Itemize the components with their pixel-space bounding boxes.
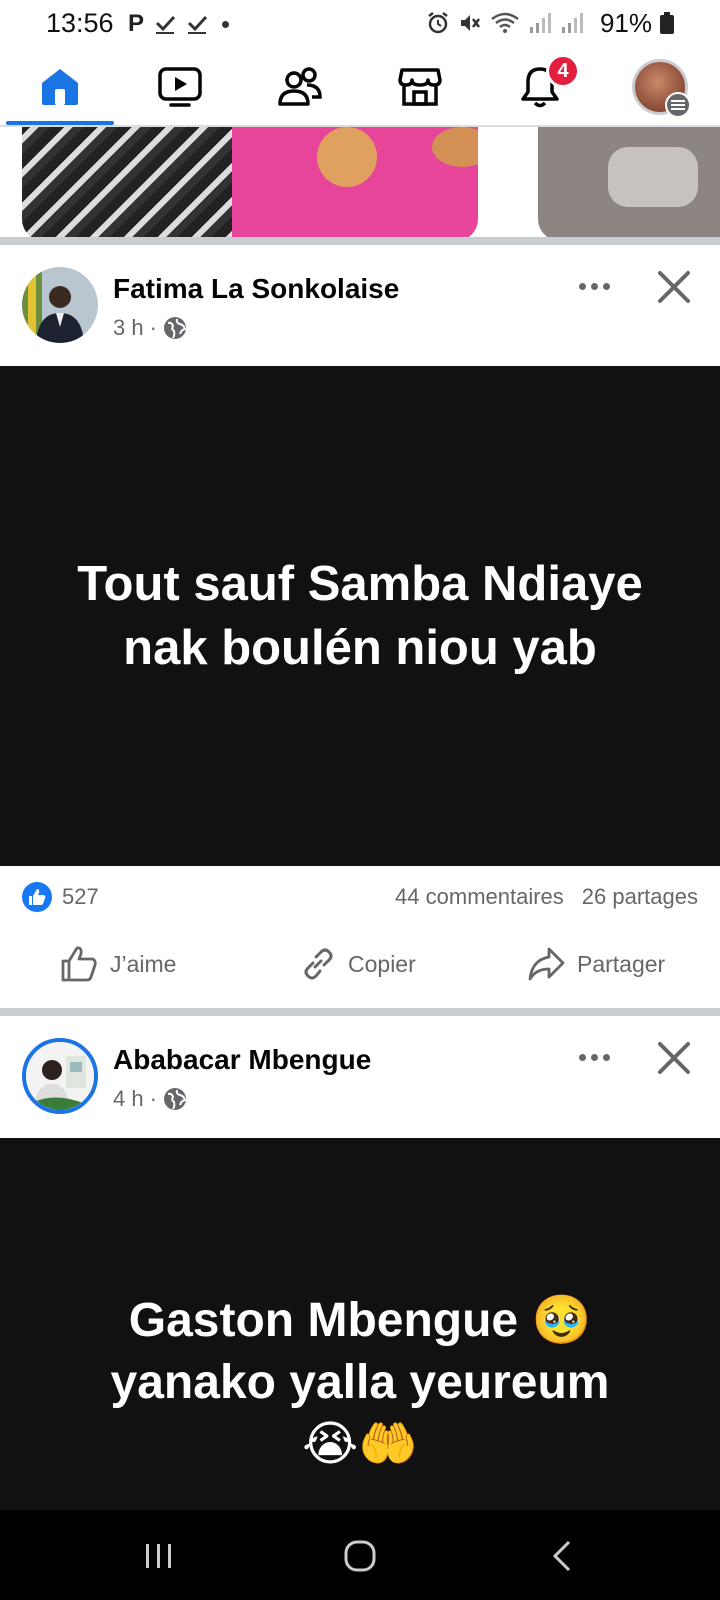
thumbs-up-icon [61, 946, 97, 982]
wifi-icon [491, 12, 519, 33]
status-right-icons: 91% [426, 8, 674, 38]
meta-separator: · [149, 315, 157, 340]
status-bar: 13:56 P 91% [0, 0, 720, 48]
facebook-nav-bar: 4 [0, 48, 720, 127]
nav-home[interactable] [0, 48, 120, 125]
post-text-background[interactable]: Tout sauf Samba Ndiaye nak boulén niou y… [0, 366, 720, 866]
nav-profile-menu[interactable] [600, 48, 720, 125]
android-navigation-bar [0, 1510, 720, 1600]
engagement-counts: 44 commentaires 26 partages [395, 884, 698, 910]
copy-button[interactable]: Copier [300, 942, 416, 986]
status-notification-icons: P [128, 10, 230, 38]
nav-notifications[interactable]: 4 [480, 48, 600, 125]
post-text-line: yanako yalla yeureum [110, 1356, 610, 1409]
post-text-line: Gaston Mbengue 🥹 [128, 1294, 592, 1347]
author-avatar[interactable] [22, 267, 98, 343]
post-time: 3 h [113, 315, 144, 340]
post-text-background[interactable]: Gaston Mbengue 🥹 yanako yalla yeureum 😭🤲 [0, 1138, 720, 1510]
story-strip [0, 127, 720, 237]
post-time: 4 h [113, 1086, 144, 1111]
globe-icon [163, 1088, 187, 1110]
signal-icon [529, 13, 551, 33]
like-count[interactable]: 527 [62, 884, 99, 910]
battery-icon [660, 12, 674, 34]
post-header: Fatima La Sonkolaise 3 h · [0, 245, 720, 366]
check-icon [155, 15, 176, 34]
story-card[interactable] [538, 127, 720, 237]
like-reaction-icon[interactable] [22, 882, 52, 912]
signal-icon [561, 13, 583, 33]
friends-icon [278, 66, 322, 106]
video-icon [158, 66, 202, 107]
post-text: Tout sauf Samba Ndiaye nak boulén niou y… [77, 557, 643, 675]
link-icon [304, 948, 333, 980]
menu-icon [665, 91, 691, 118]
nav-marketplace[interactable] [360, 48, 480, 125]
notification-badge: 4 [546, 54, 580, 88]
nav-video[interactable] [120, 48, 240, 125]
post-actions: J’aime Copier Partager [0, 928, 720, 1008]
copy-label: Copier [348, 950, 416, 977]
more-notifications-dot-icon [222, 20, 230, 28]
back-chevron-icon [552, 1540, 571, 1572]
reactions-bar: 527 44 commentaires 26 partages [0, 866, 720, 928]
feed-separator [0, 1008, 720, 1016]
story-card[interactable] [22, 127, 478, 237]
post-author[interactable]: Fatima La Sonkolaise [113, 273, 399, 305]
shares-count[interactable]: 26 partages [582, 884, 698, 910]
profile-avatar [632, 58, 691, 118]
like-button[interactable]: J’aime [60, 942, 176, 986]
back-button[interactable] [537, 1536, 587, 1576]
author-avatar[interactable] [22, 1038, 98, 1114]
comments-count[interactable]: 44 commentaires [395, 884, 564, 910]
home-button[interactable] [335, 1536, 385, 1576]
close-icon[interactable] [654, 1038, 694, 1078]
post-header: Ababacar Mbengue 4 h · [0, 1016, 720, 1138]
recents-icon [146, 1544, 171, 1568]
post-author[interactable]: Ababacar Mbengue [113, 1044, 371, 1076]
recent-apps-button[interactable] [134, 1536, 184, 1576]
feed-separator [0, 237, 720, 245]
status-time: 13:56 [46, 8, 114, 38]
check-icon [187, 15, 208, 34]
close-icon[interactable] [654, 267, 694, 307]
more-options-button[interactable] [572, 1042, 616, 1072]
more-options-button[interactable] [572, 271, 616, 301]
share-button[interactable]: Partager [527, 942, 665, 986]
mute-icon [460, 15, 480, 31]
marketplace-icon [398, 67, 442, 106]
share-label: Partager [577, 950, 666, 977]
globe-icon [163, 317, 187, 339]
home-icon [42, 68, 78, 105]
share-arrow-icon [528, 947, 565, 981]
post-text-line: 😭🤲 [302, 1418, 418, 1471]
nav-friends[interactable] [240, 48, 360, 125]
like-label: J’aime [110, 950, 177, 977]
battery-percent: 91% [599, 7, 652, 38]
post-meta: 3 h · [113, 315, 187, 341]
home-circle-icon [344, 1540, 376, 1572]
post-meta: 4 h · [113, 1086, 187, 1112]
post-text: Gaston Mbengue 🥹 yanako yalla yeureum 😭🤲 [40, 1290, 680, 1476]
p-app-icon: P [128, 10, 145, 37]
alarm-icon [428, 12, 448, 34]
meta-separator: · [149, 1086, 157, 1111]
